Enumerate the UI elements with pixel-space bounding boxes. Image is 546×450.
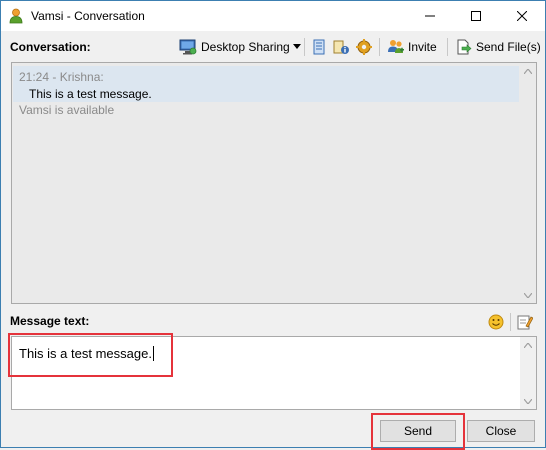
history-icon	[313, 39, 325, 55]
close-window-button[interactable]	[499, 1, 545, 31]
close-button[interactable]: Close	[467, 420, 535, 442]
send-button[interactable]: Send	[380, 420, 456, 442]
conversation-toolbar: Desktop Sharing Invite Send File(s)	[1, 37, 545, 57]
input-scrollbar[interactable]	[520, 337, 536, 409]
conversation-window: Vamsi - Conversation Conversation: Deskt…	[0, 0, 546, 450]
smiley-icon	[488, 314, 504, 330]
window-title: Vamsi - Conversation	[31, 9, 145, 23]
message-header: 21:24 - Krishna:	[19, 70, 104, 84]
toolbar-divider	[304, 38, 305, 56]
edit-format-icon	[517, 315, 533, 330]
minimize-icon	[425, 15, 435, 17]
invite-label: Invite	[408, 40, 437, 54]
chevron-down-icon	[292, 44, 301, 49]
toolbar-divider	[447, 38, 448, 56]
chevron-up-icon	[524, 342, 532, 348]
settings-button[interactable]	[356, 37, 372, 57]
maximize-button[interactable]	[453, 1, 499, 31]
message-text-label: Message text:	[10, 314, 90, 328]
emoticon-button[interactable]	[488, 312, 504, 332]
presence-status: Vamsi is available	[19, 103, 115, 117]
contact-info-button[interactable]	[333, 37, 349, 57]
invite-icon	[388, 40, 404, 53]
send-files-button[interactable]: Send File(s)	[456, 37, 541, 57]
title-bar: Vamsi - Conversation	[1, 1, 545, 31]
gear-icon	[356, 39, 372, 55]
message-body: This is a test message.	[29, 87, 152, 101]
scroll-up-button[interactable]	[520, 63, 536, 79]
send-file-icon	[457, 39, 472, 55]
invite-button[interactable]: Invite	[387, 37, 437, 57]
font-format-button[interactable]	[517, 312, 533, 332]
desktop-sharing-label: Desktop Sharing	[201, 40, 290, 54]
chevron-up-icon	[524, 68, 532, 74]
chevron-down-icon	[524, 292, 532, 298]
chevron-down-icon	[524, 398, 532, 404]
send-files-label: Send File(s)	[476, 40, 541, 54]
toolbar-divider	[379, 38, 380, 56]
conversation-history[interactable]: 21:24 - Krishna: This is a test message.…	[11, 62, 537, 304]
history-button[interactable]	[311, 37, 327, 57]
maximize-icon	[471, 11, 481, 21]
minimize-button[interactable]	[407, 1, 453, 31]
close-icon	[517, 11, 527, 21]
desktop-sharing-button[interactable]: Desktop Sharing	[179, 37, 301, 57]
conversation-scrollbar[interactable]	[520, 63, 536, 303]
contact-info-icon	[333, 40, 349, 54]
toolbar-divider	[510, 313, 511, 331]
input-highlight-box	[8, 333, 173, 377]
scroll-down-button[interactable]	[520, 287, 536, 303]
scroll-up-button[interactable]	[520, 337, 536, 353]
desktop-sharing-icon	[179, 39, 197, 55]
scroll-down-button[interactable]	[520, 393, 536, 409]
user-icon	[9, 8, 23, 24]
